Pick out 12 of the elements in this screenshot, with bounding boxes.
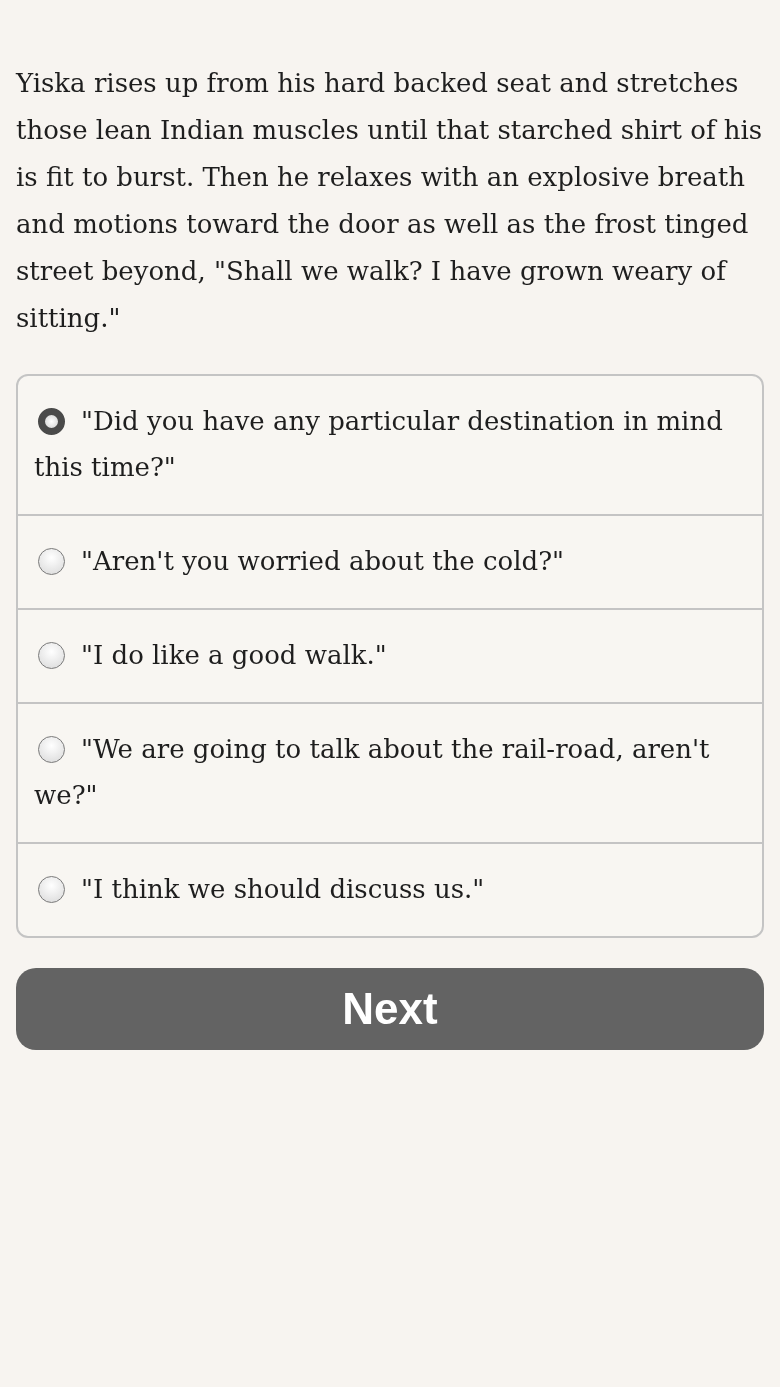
radio-button[interactable] xyxy=(38,876,65,903)
choice-text[interactable]: "I think we should discuss us." xyxy=(34,866,748,912)
radio-button[interactable] xyxy=(38,642,65,669)
story-text: Yiska rises up from his hard backed seat and stretches those lean Indian muscles until that starched shirt of his is fit to burst. Then he relaxes with an explosive breath and motions toward the door as well as the frost tinged street beyond, "Shall we walk? I have grown weary of sitting." xyxy=(16,67,764,335)
radio-button[interactable] xyxy=(38,408,65,435)
radio-button[interactable] xyxy=(38,736,65,763)
choice-text[interactable]: "Did you have any particular destination in mind this time?" xyxy=(34,398,748,490)
choice-text[interactable]: "I do like a good walk." xyxy=(34,632,748,678)
next-button[interactable]: Next xyxy=(16,968,764,1050)
choice-text[interactable]: "Aren't you worried about the cold?" xyxy=(34,538,748,584)
choice-text[interactable]: "We are going to talk about the rail-road, aren't we?" xyxy=(34,726,748,818)
radio-button[interactable] xyxy=(38,548,65,575)
